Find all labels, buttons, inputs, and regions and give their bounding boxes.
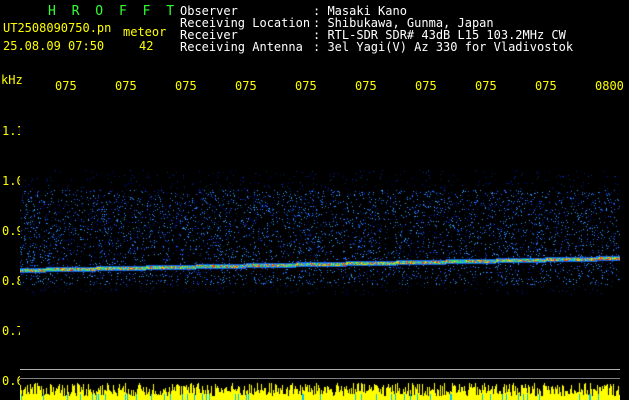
- reference-line: [20, 378, 620, 379]
- spectrogram-canvas: [20, 95, 620, 400]
- antenna-label: Receiving Antenna: [180, 40, 303, 54]
- time-label: 075: [115, 79, 137, 93]
- time-label: 075: [175, 79, 197, 93]
- count-label: 42: [139, 39, 154, 53]
- time-label: 075: [235, 79, 257, 93]
- unit-label: kHz: [1, 73, 23, 87]
- mode-label: meteor: [123, 25, 167, 39]
- time-label: 075: [55, 79, 77, 93]
- antenna-value: : 3el Yagi(V) Az 330 for Vladivostok: [313, 40, 574, 54]
- time-label: 075: [415, 79, 437, 93]
- time-label: 075: [355, 79, 377, 93]
- reference-line: [20, 369, 620, 370]
- filename-label: UT2508090750.pn: [3, 21, 112, 35]
- time-label: 0800: [595, 79, 624, 93]
- app-title: H R O F F T: [48, 4, 179, 19]
- datetime-label: 25.08.09 07:50: [3, 39, 105, 53]
- time-label: 075: [295, 79, 317, 93]
- time-label: 075: [535, 79, 557, 93]
- hrofft-window: H R O F F T UT2508090750.pn meteor 25.08…: [0, 0, 629, 400]
- time-label: 075: [475, 79, 497, 93]
